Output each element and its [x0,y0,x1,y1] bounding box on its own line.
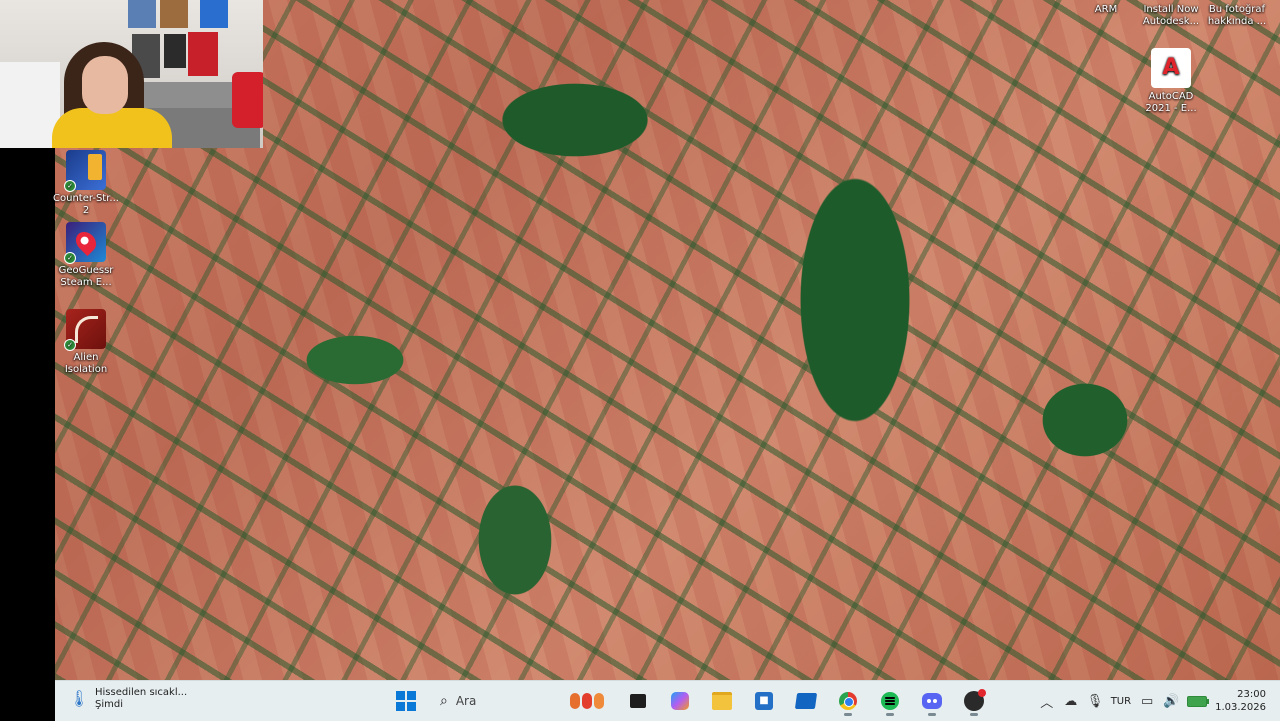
desktop-icon-label: GeoGuessr [58,265,114,276]
task-view-icon [630,694,646,708]
photo-info-line: Bu fotoğraf [1208,4,1266,15]
microphone-icon[interactable]: 🎙 [1087,694,1104,709]
taskbar-search[interactable]: ⌕ Ara [432,686,612,716]
photo-info-link[interactable]: Bu fotoğraf hakkında ... [1204,4,1270,28]
wall-poster [188,32,218,76]
webcam-bed [0,62,60,148]
thermometer-icon: 🌡 [69,689,90,708]
chrome-icon [839,692,857,710]
weather-text: Hissedilen sıcakl... Şimdi [95,687,187,711]
search-icon: ⌕ [440,693,448,709]
counter-strike-logo-mark [88,154,102,180]
clock-date: 1.03.2026 [1215,702,1266,713]
spotify-icon [881,692,899,710]
weather-feels-like: Hissedilen sıcakl... [95,687,188,698]
wall-poster [200,0,228,28]
volume-icon[interactable]: 🔊 [1163,694,1179,709]
copilot-button[interactable] [664,685,696,717]
desktop-icon-label: 2021 - E... [1145,103,1197,114]
wall-poster [128,0,156,28]
task-view-button[interactable] [622,685,654,717]
map-pin-icon [71,227,101,257]
sync-check-icon: ✓ [64,339,76,351]
taskbar-apps: ⌕ Ara ■ [390,685,990,717]
system-tray: ︿ ☁ 🎙 TUR ▭ 🔊 23:00 1.03.2026 [1039,685,1266,717]
desktop-icon-label: Alien [73,352,99,363]
geoguessr-icon: ✓ [64,222,106,264]
start-button[interactable] [390,685,422,717]
chrome-button[interactable] [832,685,864,717]
desktop-icon-label: 2 [82,205,90,216]
spotify-button[interactable] [874,685,906,717]
network-icon[interactable]: ▭ [1139,694,1155,709]
outlook-button[interactable] [790,685,822,717]
mail-icon [794,693,818,709]
desktop-icon-label: Steam E... [60,277,112,288]
desktop-icon-label: Counter-Str... [53,193,119,204]
install-label-line: Install Now [1143,4,1199,15]
sync-check-icon: ✓ [64,252,76,264]
arm-label[interactable]: ARM [1086,4,1126,16]
file-explorer-button[interactable] [706,685,738,717]
discord-icon [922,693,942,709]
install-label-line: Autodesk... [1142,16,1200,27]
webcam-pillow [232,72,263,128]
taskbar: 🌡 Hissedilen sıcakl... Şimdi ⌕ Ara ■ ︿ ☁… [55,680,1280,721]
recording-app-icon [964,689,986,711]
autocad-glyph: A [1162,55,1180,80]
desktop-icon-autocad[interactable]: A AutoCAD 2021 - E... [1136,48,1206,115]
battery-icon[interactable] [1187,695,1210,707]
desktop-icon-alien-isolation[interactable]: ✓ Alien Isolation [51,309,121,376]
search-highlight-icon [570,693,604,709]
discord-button[interactable] [916,685,948,717]
desktop-icon-label: Isolation [64,364,108,375]
webcam-overlay [0,0,263,148]
search-placeholder: Ara [455,694,477,708]
desktop-icon-geoguessr[interactable]: ✓ GeoGuessr Steam E... [51,222,121,289]
arm-label-text: ARM [1094,4,1118,15]
install-autodesk-link[interactable]: Install Now Autodesk... [1138,4,1204,28]
webcam-person-shirt [52,108,172,148]
wall-poster [160,0,188,28]
alien-logo-mark [74,315,98,343]
photo-info-line: hakkında ... [1207,16,1267,27]
desktop-icon-label: AutoCAD [1148,91,1194,102]
weather-time: Şimdi [95,699,123,710]
clock-time: 23:00 [1237,689,1266,700]
store-icon: ■ [755,692,773,710]
microsoft-store-button[interactable]: ■ [748,685,780,717]
recording-app-button[interactable] [958,685,990,717]
weather-widget[interactable]: 🌡 Hissedilen sıcakl... Şimdi [69,687,187,711]
sync-check-icon: ✓ [64,180,76,192]
copilot-icon [671,692,689,710]
alien-isolation-icon: ✓ [64,309,106,351]
windows-logo-icon [396,691,416,711]
counter-strike-icon: ✓ [64,150,106,192]
folder-icon [712,692,732,710]
chevron-up-icon[interactable]: ︿ [1039,692,1055,711]
clock[interactable]: 23:00 1.03.2026 [1215,688,1266,714]
language-indicator[interactable]: TUR [1111,696,1131,707]
webcam-person-face [82,56,128,114]
desktop-icon-counter-strike[interactable]: ✓ Counter-Str... 2 [51,150,121,217]
autocad-icon: A [1151,48,1191,88]
wall-poster [164,34,186,68]
cloud-sync-icon[interactable]: ☁ [1063,694,1079,709]
